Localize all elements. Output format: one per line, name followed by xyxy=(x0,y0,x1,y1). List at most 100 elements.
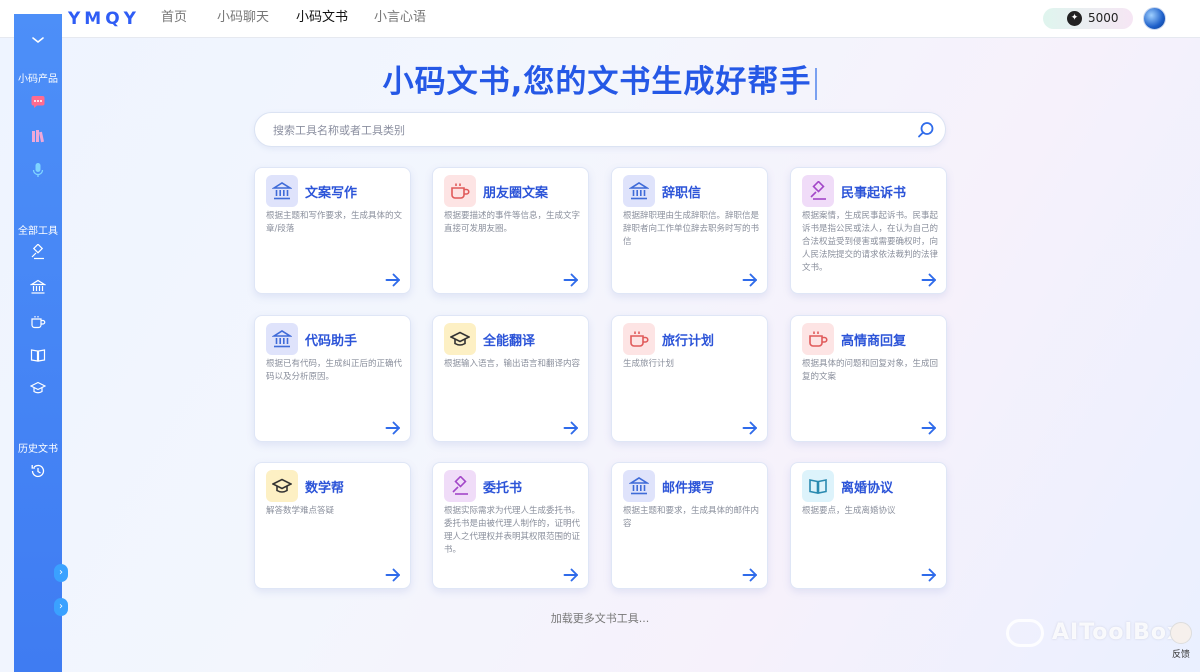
cup-icon xyxy=(802,323,834,355)
page-headline: 小码文书,您的文书生成好帮手 xyxy=(250,56,950,102)
card-title: 委托书 xyxy=(483,481,523,496)
mortarboard-icon-glyph xyxy=(272,478,292,493)
bank-icon-glyph xyxy=(272,330,292,348)
card-description: 生成旅行计划 xyxy=(623,359,675,369)
arrow-right-icon[interactable] xyxy=(385,421,401,435)
tool-card[interactable]: 高情商回复 根据具体的问题和回复对象，生成回复的文案 xyxy=(790,315,947,442)
chevron-down-icon[interactable] xyxy=(30,32,46,48)
card-title: 邮件撰写 xyxy=(662,481,715,496)
card-description: 解答数学难点答疑 xyxy=(266,506,335,516)
card-description: 根据要点，生成离婚协议 xyxy=(802,506,896,516)
mortarboard-icon xyxy=(444,323,476,355)
card-description: 根据主题和要求，生成具体的邮件内容 xyxy=(623,506,760,529)
tool-card[interactable]: 离婚协议 根据要点，生成离婚协议 xyxy=(790,462,947,589)
top-nav-bar: YMQY 首页 小码聊天 小码文书 小言心语 ✦ 5000 xyxy=(0,0,1200,38)
arrow-right-icon[interactable] xyxy=(921,568,937,582)
arrow-right-icon[interactable] xyxy=(921,273,937,287)
load-more-link[interactable]: 加载更多文书工具... xyxy=(450,610,750,626)
book-icon[interactable] xyxy=(30,347,46,363)
card-description: 根据输入语言，输出语言和翻译内容 xyxy=(444,359,581,369)
bank-icon xyxy=(266,175,298,207)
search-bar[interactable] xyxy=(254,112,946,147)
credit-balance[interactable]: ✦ 5000 xyxy=(1043,8,1133,29)
search-input[interactable] xyxy=(273,121,893,139)
feedback-button[interactable]: 反馈 xyxy=(1166,622,1196,666)
cup-icon-glyph xyxy=(630,331,649,347)
typing-caret xyxy=(815,67,818,100)
arrow-right-icon[interactable] xyxy=(921,421,937,435)
chat-icon[interactable] xyxy=(30,94,46,110)
bank-icon xyxy=(623,470,655,502)
card-description: 根据主题和写作要求，生成具体的文章/段落 xyxy=(266,211,403,234)
gavel-icon[interactable] xyxy=(30,244,46,260)
arrow-right-icon[interactable] xyxy=(563,421,579,435)
sidebar-all-tools-label: 全部工具 xyxy=(18,226,58,237)
history-icon[interactable] xyxy=(30,463,46,479)
mortarboard-icon xyxy=(266,470,298,502)
cup-icon xyxy=(444,175,476,207)
tool-card[interactable]: 数学帮 解答数学难点答疑 xyxy=(254,462,411,589)
tool-card[interactable]: 文案写作 根据主题和写作要求，生成具体的文章/段落 xyxy=(254,167,411,294)
gavel-icon-glyph xyxy=(810,181,826,200)
arrow-right-icon[interactable] xyxy=(742,421,758,435)
headline-text: 小码文书,您的文书生成好帮手 xyxy=(382,64,812,100)
sidebar-products-label: 小码产品 xyxy=(18,74,58,85)
card-title: 旅行计划 xyxy=(662,334,715,349)
mortarboard-icon[interactable] xyxy=(30,380,46,396)
arrow-right-icon[interactable] xyxy=(563,568,579,582)
search-icon[interactable] xyxy=(917,121,935,139)
tool-card[interactable]: 邮件撰写 根据主题和要求，生成具体的邮件内容 xyxy=(611,462,768,589)
card-title: 民事起诉书 xyxy=(841,186,907,201)
sidebar-expand-tab-1[interactable]: › xyxy=(54,564,68,582)
tool-card[interactable]: 代码助手 根据已有代码，生成纠正后的正确代码以及分析原因。 xyxy=(254,315,411,442)
user-avatar[interactable] xyxy=(1143,7,1166,30)
card-title: 高情商回复 xyxy=(841,334,907,349)
nav-item-chat[interactable]: 小码聊天 xyxy=(217,0,269,38)
gavel-icon xyxy=(802,175,834,207)
bank-icon xyxy=(623,175,655,207)
card-title: 朋友圈文案 xyxy=(483,186,549,201)
bank-icon-glyph xyxy=(272,182,292,200)
card-title: 辞职信 xyxy=(662,186,702,201)
card-title: 全能翻译 xyxy=(483,334,536,349)
nav-item-heart-words[interactable]: 小言心语 xyxy=(374,0,426,38)
arrow-right-icon[interactable] xyxy=(563,273,579,287)
arrow-right-icon[interactable] xyxy=(385,273,401,287)
cup-icon-glyph xyxy=(451,183,470,199)
watermark-logo-icon xyxy=(1006,619,1044,647)
watermark-text: AIToolBox xyxy=(1052,620,1183,645)
arrow-right-icon[interactable] xyxy=(742,273,758,287)
card-description: 根据已有代码，生成纠正后的正确代码以及分析原因。 xyxy=(266,359,403,382)
tool-card[interactable]: 民事起诉书 根据案情，生成民事起诉书。民事起诉书是指公民或法人，在认为自己的合法… xyxy=(790,167,947,294)
arrow-right-icon[interactable] xyxy=(385,568,401,582)
cup-icon[interactable] xyxy=(30,314,46,330)
card-description: 根据案情，生成民事起诉书。民事起诉书是指公民或法人，在认为自己的合法权益受到侵害… xyxy=(802,211,939,273)
nav-item-documents[interactable]: 小码文书 xyxy=(296,0,348,38)
sidebar-history-label: 历史文书 xyxy=(18,444,58,455)
books-icon[interactable] xyxy=(30,128,46,144)
bank-icon-glyph xyxy=(629,182,649,200)
tool-card[interactable]: 委托书 根据实际需求为代理人生成委托书。委托书是由被代理人制作的，证明代理人之代… xyxy=(432,462,589,589)
tool-card[interactable]: 旅行计划 生成旅行计划 xyxy=(611,315,768,442)
mortarboard-icon-glyph xyxy=(450,331,470,346)
tool-card[interactable]: 全能翻译 根据输入语言，输出语言和翻译内容 xyxy=(432,315,589,442)
cup-icon xyxy=(623,323,655,355)
microphone-icon[interactable] xyxy=(30,162,46,178)
bank-icon[interactable] xyxy=(30,279,46,295)
tool-card[interactable]: 辞职信 根据辞职理由生成辞职信。辞职信是辞职者向工作单位辞去职务时写的书信 xyxy=(611,167,768,294)
cup-icon-glyph xyxy=(809,331,828,347)
feedback-icon xyxy=(1170,622,1192,644)
card-description: 根据要描述的事件等信息，生成文字直接可发朋友圈。 xyxy=(444,211,581,234)
arrow-right-icon[interactable] xyxy=(742,568,758,582)
card-description: 根据具体的问题和回复对象，生成回复的文案 xyxy=(802,359,939,382)
card-description: 根据实际需求为代理人生成委托书。委托书是由被代理人制作的，证明代理人之代理权并表… xyxy=(444,506,581,555)
sidebar-expand-tab-2[interactable]: › xyxy=(54,598,68,616)
card-title: 数学帮 xyxy=(305,481,345,496)
nav-item-home[interactable]: 首页 xyxy=(161,0,187,38)
tool-card[interactable]: 朋友圈文案 根据要描述的事件等信息，生成文字直接可发朋友圈。 xyxy=(432,167,589,294)
lightbulb-icon: ✦ xyxy=(1067,11,1082,26)
bank-icon-glyph xyxy=(629,477,649,495)
feedback-label: 反馈 xyxy=(1171,650,1190,660)
card-title: 代码助手 xyxy=(305,334,358,349)
sidebar: 小码产品 全部工具 历史文书 › › xyxy=(14,14,68,672)
